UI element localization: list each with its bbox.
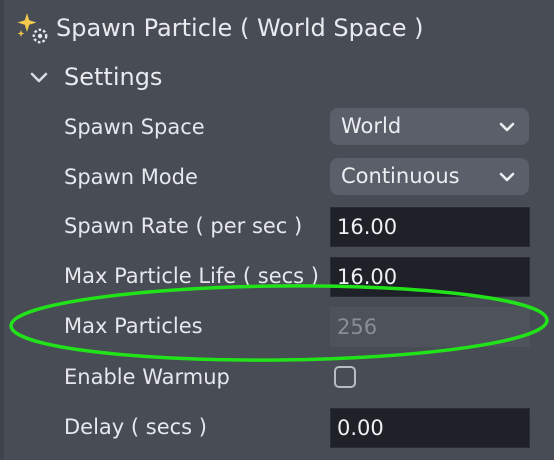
spawn-rate-input[interactable]	[331, 208, 529, 246]
delay-field-box	[330, 408, 530, 448]
spawn-mode-value: Continuous	[341, 164, 460, 188]
properties-panel: Spawn Particle ( World Space ) Settings …	[0, 0, 554, 460]
delay-row: Delay ( secs )	[0, 407, 554, 448]
spawn-mode-dropdown[interactable]: Continuous	[330, 158, 529, 195]
spawn-rate-field-box	[330, 207, 530, 247]
delay-input[interactable]	[331, 409, 529, 447]
spawn-space-label: Spawn Space	[64, 115, 205, 139]
spawn-space-value: World	[341, 114, 402, 138]
enable-warmup-label: Enable Warmup	[64, 365, 230, 389]
spawn-mode-row: Spawn Mode Continuous	[0, 157, 554, 197]
chevron-down-icon	[497, 117, 517, 137]
spawn-rate-row: Spawn Rate ( per sec )	[0, 206, 554, 247]
max-particle-life-row: Max Particle Life ( secs )	[0, 256, 554, 297]
spawn-space-row: Spawn Space World	[0, 107, 554, 147]
panel-header: Spawn Particle ( World Space )	[16, 8, 423, 48]
max-particle-life-field-box	[330, 257, 530, 297]
settings-section-toggle[interactable]: Settings	[28, 58, 162, 96]
max-particle-life-label: Max Particle Life ( secs )	[64, 264, 319, 288]
max-particles-input	[331, 308, 529, 346]
spawn-rate-label: Spawn Rate ( per sec )	[64, 214, 303, 238]
chevron-down-icon	[497, 167, 517, 187]
spawn-mode-label: Spawn Mode	[64, 165, 198, 189]
enable-warmup-checkbox[interactable]	[334, 366, 356, 388]
section-label: Settings	[64, 63, 163, 91]
sparkle-gear-icon	[16, 11, 50, 45]
max-particles-label: Max Particles	[64, 314, 203, 338]
max-particles-field-box	[330, 307, 530, 347]
spawn-space-dropdown[interactable]: World	[330, 108, 529, 145]
enable-warmup-row: Enable Warmup	[0, 357, 554, 397]
chevron-down-icon	[28, 66, 50, 88]
panel-title: Spawn Particle ( World Space )	[56, 14, 424, 42]
delay-label: Delay ( secs )	[64, 415, 207, 439]
max-particles-row: Max Particles	[0, 306, 554, 347]
max-particle-life-input[interactable]	[331, 258, 529, 296]
